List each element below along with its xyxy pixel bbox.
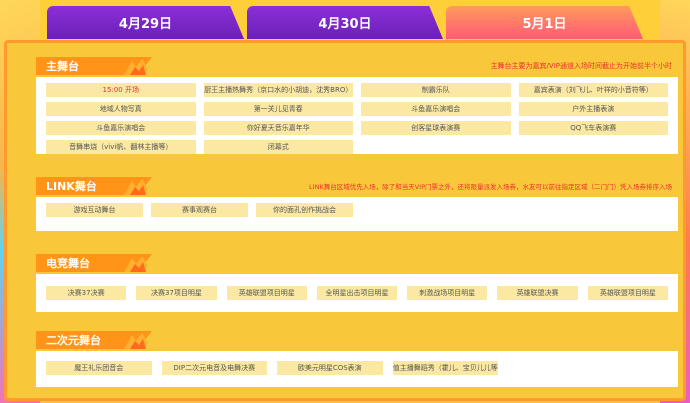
section-link-stage: LINK舞台 LINK舞台区域优先入场，除了和当天VIP门票之外，还将限量派发入…: [36, 177, 678, 231]
flame-icon: [124, 256, 148, 272]
section-main-stage: 主舞台 主舞台主要为嘉宾/VIP通道入场时间截止为开始前半个小时 15:00 开…: [36, 57, 678, 154]
list-item: 决赛37项目明星: [136, 286, 217, 300]
list-item: 英雄联盟项目明星: [587, 286, 668, 300]
section-title: 主舞台: [46, 60, 79, 73]
list-item: 游戏互动舞台: [46, 203, 143, 217]
list-item: 你的面孔创作挑战会: [256, 203, 353, 217]
tab-apr-30[interactable]: 4月30日: [247, 6, 443, 39]
section-title: 二次元舞台: [46, 334, 101, 347]
list-item: 嘉宾表演（刘飞儿、叶祥的小音符等）: [518, 83, 668, 97]
flame-icon: [124, 333, 148, 349]
section-body: 15:00 开场 厨王主播热舞秀（京口水的小胡迪，沈秀BRO） 制霸乐队 嘉宾表…: [36, 77, 678, 154]
list-item: 斗鱼嘉乐演唱会: [361, 102, 511, 116]
list-item: 魔王礼乐团音会: [46, 361, 152, 375]
flame-icon: [124, 179, 148, 195]
section-esports-stage: 电竞舞台 决赛37决赛 决赛37项目明星 英雄联盟项目明星 全明星出击项目明星 …: [36, 254, 678, 312]
list-item: 英雄联盟决赛: [497, 286, 578, 300]
list-item: 颜值主播舞蹈秀（霍儿、宝贝儿儿等）: [392, 361, 498, 375]
schedule-panel: 主舞台 主舞台主要为嘉宾/VIP通道入场时间截止为开始前半个小时 15:00 开…: [4, 40, 686, 401]
tab-may-1[interactable]: 5月1日: [446, 6, 643, 39]
section-body: 游戏互动舞台 赛事观赛台 你的面孔创作挑战会: [36, 197, 678, 231]
flame-icon: [124, 59, 148, 75]
list-item: 决赛37决赛: [46, 286, 127, 300]
tab-apr-29[interactable]: 4月29日: [47, 6, 244, 39]
list-item: 全明星出击项目明星: [316, 286, 398, 300]
date-tabs: 4月29日 4月30日 5月1日: [47, 6, 643, 42]
list-item: 音舞串烧（vivi帆、翻林主播等）: [46, 140, 196, 154]
list-item: 斗鱼嘉乐演唱会: [46, 121, 196, 135]
list-item: 欧美元明星COS表演: [277, 361, 383, 375]
list-item: DIP二次元电音及电舞决赛: [161, 361, 267, 375]
section-body: 决赛37决赛 决赛37项目明星 英雄联盟项目明星 全明星出击项目明星 刺激战场项…: [36, 274, 678, 312]
section-acg-stage: 二次元舞台 魔王礼乐团音会 DIP二次元电音及电舞决赛 欧美元明星COS表演 颜…: [36, 331, 678, 387]
list-item: 英雄联盟项目明星: [226, 286, 307, 300]
section-body: 魔王礼乐团音会 DIP二次元电音及电舞决赛 欧美元明星COS表演 颜值主播舞蹈秀…: [36, 351, 678, 387]
list-item: 制霸乐队: [361, 83, 511, 97]
list-item: 闭幕式: [203, 140, 353, 154]
section-title: LINK舞台: [46, 180, 97, 193]
list-item: 厨王主播热舞秀（京口水的小胡迪，沈秀BRO）: [203, 83, 353, 97]
list-item: 户外主播表演: [518, 102, 668, 116]
list-item: 刺激战场项目明星: [407, 286, 488, 300]
list-item: 创客星球表演赛: [361, 121, 511, 135]
list-item: 15:00 开场: [46, 83, 196, 97]
list-item: 地域人物写真: [46, 102, 196, 116]
section-title: 电竞舞台: [46, 257, 90, 270]
section-note: LINK舞台区域优先入场，除了和当天VIP门票之外，还将限量派发入场券，水友可以…: [309, 183, 672, 191]
section-note: 主舞台主要为嘉宾/VIP通道入场时间截止为开始前半个小时: [490, 62, 672, 70]
list-item: 你好夏天音乐嘉年华: [203, 121, 353, 135]
list-item: QQ飞车表演赛: [518, 121, 668, 135]
list-item: 赛事观赛台: [151, 203, 248, 217]
list-item: 第一关儿见青春: [203, 102, 353, 116]
